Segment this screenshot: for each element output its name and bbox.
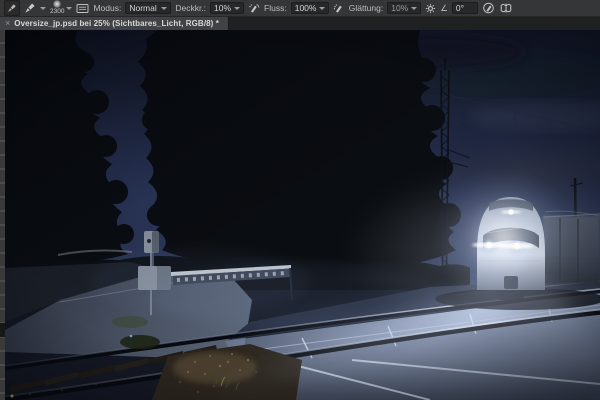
angle-value: 0°	[455, 3, 464, 13]
document-tab-bar: × Oversize_jp.psd bei 25% (Sichtbares_Li…	[0, 17, 600, 30]
chevron-down-icon	[234, 6, 241, 10]
pressure-size-icon	[483, 2, 494, 14]
gear-icon	[426, 3, 436, 13]
brush-angle-field[interactable]: 0°	[451, 2, 478, 14]
symmetry-button[interactable]	[499, 1, 513, 15]
pressure-size-button[interactable]	[482, 1, 495, 15]
pressure-opacity-icon	[249, 4, 260, 13]
airbrush-toggle-button[interactable]	[333, 1, 345, 15]
workspace	[0, 30, 600, 400]
document-title: Oversize_jp.psd bei 25% (Sichtbares_Lich…	[14, 19, 219, 28]
flow-select[interactable]: 100%	[290, 2, 329, 14]
smoothing-options-button[interactable]	[425, 1, 436, 15]
canvas-area[interactable]	[5, 30, 600, 400]
flow-label: Fluss:	[264, 3, 287, 13]
brush-options-bar: 2300 Modus: Normal Deckkr.: 10% Fluss: 1…	[0, 0, 600, 17]
pressure-opacity-button[interactable]	[248, 1, 260, 15]
document-tab[interactable]: × Oversize_jp.psd bei 25% (Sichtbares_Li…	[0, 17, 229, 30]
smoothing-value: 10%	[391, 3, 409, 13]
chevron-down-icon	[319, 6, 326, 10]
chevron-down-icon	[66, 6, 73, 10]
flow-value: 100%	[294, 3, 317, 13]
airbrush-icon	[333, 4, 342, 13]
opacity-select[interactable]: 10%	[210, 2, 245, 14]
chevron-down-icon	[161, 6, 168, 10]
mode-label: Modus:	[93, 3, 122, 13]
brush-preset-picker[interactable]: 2300	[50, 0, 73, 16]
opacity-value: 10%	[214, 3, 232, 13]
smoothing-label: Glättung:	[348, 3, 384, 13]
mode-value: Normal	[129, 3, 157, 13]
mode-select[interactable]: Normal	[125, 2, 172, 14]
symmetry-butterfly-icon	[500, 3, 512, 13]
canvas-image	[5, 30, 600, 400]
opacity-label: Deckkr.:	[175, 3, 207, 13]
vignette	[5, 30, 600, 400]
brush-tip-preview	[53, 0, 62, 9]
close-icon[interactable]: ×	[5, 19, 10, 28]
current-tool-preset[interactable]	[4, 0, 20, 16]
chevron-down-icon	[411, 6, 418, 10]
brush-icon	[25, 3, 35, 13]
brush-panel-icon	[76, 3, 89, 13]
smoothing-select[interactable]: 10%	[387, 2, 422, 14]
brush-tool-thumb-icon	[8, 4, 16, 12]
toggle-brush-panel-button[interactable]	[76, 1, 89, 15]
angle-icon: ∠	[440, 2, 448, 13]
chevron-down-icon[interactable]	[40, 6, 46, 10]
brush-size-value: 2300	[50, 8, 65, 16]
brush-tool-icon[interactable]	[24, 1, 36, 15]
